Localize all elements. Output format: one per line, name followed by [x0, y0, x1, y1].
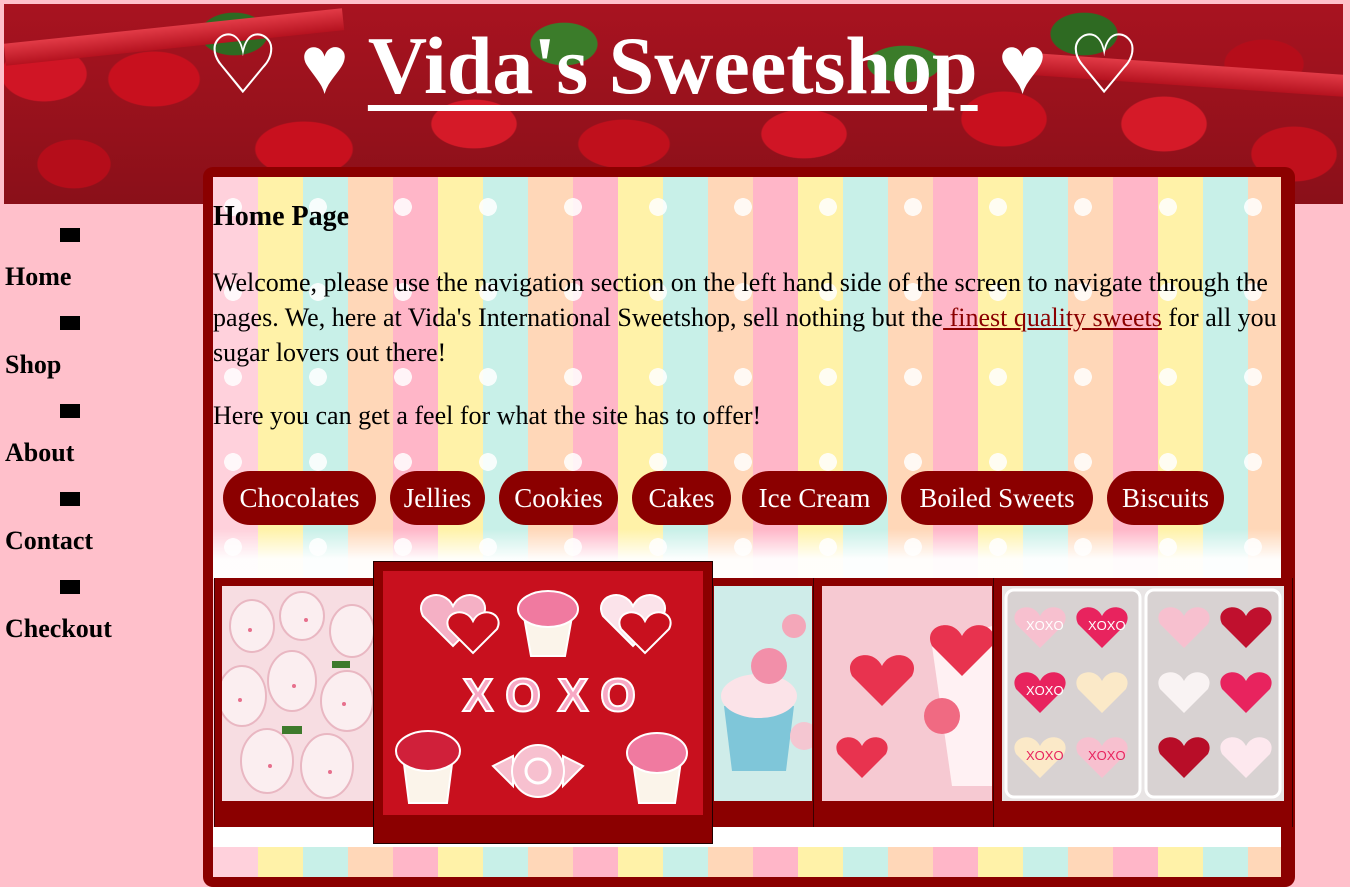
- category-button-boiled-sweets[interactable]: Boiled Sweets: [901, 471, 1093, 525]
- square-bullet-icon: [60, 404, 80, 418]
- category-button-cakes[interactable]: Cakes: [632, 471, 731, 525]
- frame-divider: [214, 578, 215, 827]
- gallery-image-cupcakes[interactable]: [714, 586, 812, 801]
- frame-divider: [993, 578, 994, 827]
- category-button-chocolates[interactable]: Chocolates: [223, 471, 376, 525]
- cookie-letter-o: O: [505, 669, 541, 721]
- frame-divider: [813, 578, 814, 827]
- site-title: ♡ ♥ Vida's Sweetshop ♥ ♡: [4, 16, 1343, 116]
- nav-link-shop[interactable]: Shop: [5, 350, 61, 380]
- xoxo-cookies-image: X O X O: [383, 571, 703, 815]
- cookie-letter-x: X: [558, 669, 589, 721]
- nav-link-about[interactable]: About: [5, 438, 74, 468]
- gallery-image-jellies[interactable]: [822, 586, 992, 801]
- biscuit-text: XOXO: [1026, 748, 1064, 763]
- nav-link-checkout[interactable]: Checkout: [5, 614, 112, 644]
- category-button-jellies[interactable]: Jellies: [390, 471, 485, 525]
- finest-sweets-link[interactable]: finest quality sweets: [943, 303, 1162, 332]
- biscuit-text: XOXO: [1088, 618, 1126, 633]
- square-bullet-icon: [60, 492, 80, 506]
- nav-link-home[interactable]: Home: [5, 262, 71, 292]
- intro-paragraph: Here you can get a feel for what the sit…: [213, 401, 762, 430]
- strawberries-image: [222, 586, 374, 801]
- frame-divider: [1292, 578, 1293, 827]
- nav-link-contact[interactable]: Contact: [5, 526, 93, 556]
- category-button-cookies[interactable]: Cookies: [499, 471, 618, 525]
- jellies-image: [822, 586, 992, 801]
- gallery-image-biscuits[interactable]: XOXO XOXO XOXO XOXO XOXO: [1002, 586, 1284, 801]
- gallery-image-strawberries[interactable]: [222, 586, 374, 801]
- biscuit-text: XOXO: [1026, 683, 1064, 698]
- square-bullet-icon: [60, 580, 80, 594]
- cookie-letter-x: X: [463, 669, 494, 721]
- cupcakes-image: [714, 586, 812, 801]
- cookie-letter-o: O: [600, 669, 636, 721]
- biscuit-text: XOXO: [1026, 618, 1064, 633]
- page-heading: Home Page: [213, 201, 350, 232]
- title-hearts-left: ♡ ♥: [206, 20, 368, 111]
- site-name: Vida's Sweetshop: [367, 20, 978, 111]
- welcome-paragraph: Welcome, please use the navigation secti…: [213, 265, 1277, 370]
- square-bullet-icon: [60, 228, 80, 242]
- title-hearts-right: ♥ ♡: [977, 20, 1141, 111]
- square-bullet-icon: [60, 316, 80, 330]
- biscuit-text: XOXO: [1088, 748, 1126, 763]
- category-button-biscuits[interactable]: Biscuits: [1107, 471, 1224, 525]
- biscuits-image: XOXO XOXO XOXO XOXO XOXO: [1002, 586, 1284, 801]
- category-button-ice-cream[interactable]: Ice Cream: [742, 471, 887, 525]
- gallery-image-cookies-enlarged[interactable]: X O X O: [373, 561, 713, 844]
